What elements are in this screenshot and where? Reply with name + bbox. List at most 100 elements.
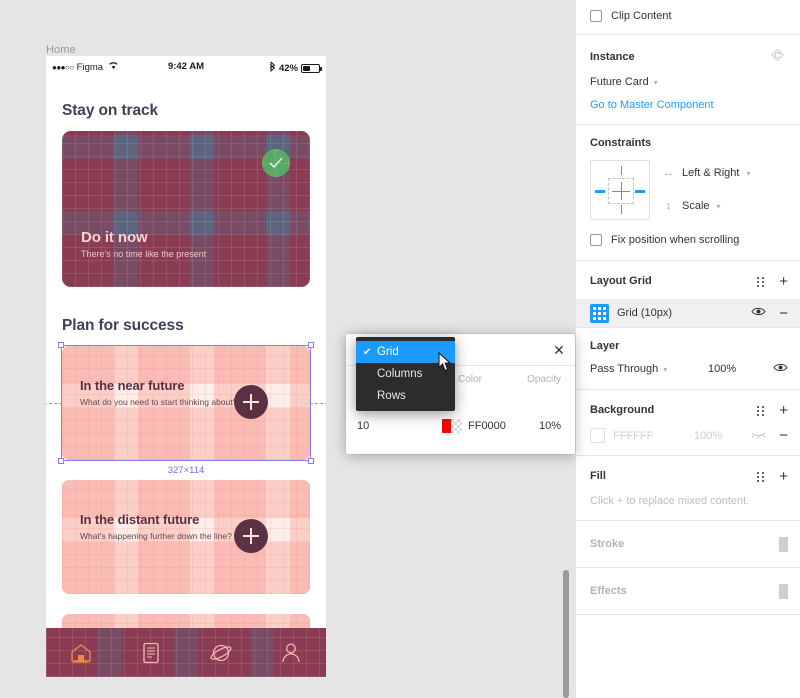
constraints-title: Constraints	[590, 137, 652, 149]
add-fill-button[interactable]: +	[779, 469, 788, 484]
constraint-top-inactive[interactable]	[620, 166, 622, 175]
tab-list	[46, 628, 326, 677]
background-title: Background	[590, 404, 655, 416]
menu-item-label: Columns	[377, 368, 423, 380]
remove-layout-grid-button[interactable]: −	[779, 306, 788, 321]
grid-count-input[interactable]: 10	[357, 420, 369, 432]
planet-icon	[210, 644, 232, 661]
horizontal-resize-icon: ↔	[663, 167, 674, 179]
layout-grid-header-row: Layout Grid +	[576, 273, 800, 289]
constraints-section: Constraints ↔ Left & Right ▾ ↕ Scale ▾ F…	[576, 125, 800, 261]
grid-color-hex-input[interactable]: FF0000	[468, 420, 506, 432]
tab-profile[interactable]	[256, 628, 326, 677]
check-icon: ✔	[363, 346, 372, 358]
grid-settings-icon[interactable]	[757, 471, 766, 482]
menu-item-rows[interactable]: Rows	[356, 385, 455, 407]
effects-title: Effects	[590, 585, 627, 597]
add-background-button[interactable]: +	[779, 403, 788, 418]
scrollbar-thumb[interactable]	[563, 570, 569, 698]
grid-settings-icon[interactable]	[757, 276, 766, 287]
future-card-distant[interactable]: In the distant future What's happening f…	[62, 480, 310, 594]
phone-frame[interactable]: ●●●○○ Figma 9:42 AM 42% Stay on track Do…	[46, 56, 326, 677]
phone-status-bar: ●●●○○ Figma 9:42 AM 42%	[46, 56, 326, 77]
background-opacity-input[interactable]: 100%	[694, 430, 722, 442]
color-swatch[interactable]	[442, 419, 462, 433]
hero-card-subtext: There's no time like the present	[81, 249, 207, 259]
grid-swatch-icon[interactable]	[590, 303, 609, 323]
constraints-body: ↔ Left & Right ▾ ↕ Scale ▾	[590, 160, 786, 220]
background-left: FFFFFF	[590, 428, 653, 443]
grid-type-dropdown-menu[interactable]: ✔ Grid Columns Rows	[356, 337, 455, 411]
future-card-subtext: What do you need to start thinking about…	[80, 397, 238, 407]
tab-list[interactable]	[116, 628, 186, 677]
constraint-right-active[interactable]	[635, 190, 645, 193]
hero-card-do-it-now[interactable]: Do it now There's no time like the prese…	[62, 131, 310, 287]
go-to-master-component-link[interactable]: Go to Master Component	[590, 99, 786, 111]
grid-settings-icon[interactable]	[757, 405, 766, 416]
constraint-horizontal-value: Left & Right	[682, 167, 740, 179]
hero-card-heading: Do it now	[81, 229, 148, 246]
blend-mode-select[interactable]: Pass Through ▾	[590, 363, 667, 375]
grid-opacity-input[interactable]: 10%	[539, 420, 561, 432]
constraint-bottom-inactive[interactable]	[620, 205, 622, 214]
clip-content-row[interactable]: Clip Content	[590, 10, 786, 22]
home-icon	[71, 643, 91, 663]
fix-position-row[interactable]: Fix position when scrolling	[590, 234, 786, 246]
background-hex-input[interactable]: FFFFFF	[613, 430, 653, 442]
layer-opacity-input[interactable]: 100%	[708, 363, 736, 375]
add-stroke-button[interactable]: +	[779, 536, 788, 552]
constraints-pad[interactable]	[590, 160, 650, 220]
eye-visible-icon[interactable]	[751, 306, 766, 320]
color-swatch[interactable]	[590, 428, 605, 443]
eye-visible-icon[interactable]	[773, 362, 788, 376]
bottom-tab-bar	[46, 628, 326, 677]
column-header-color: Color	[458, 374, 482, 385]
properties-panel: Clip Content Instance Future Card ▾ Go t…	[575, 0, 800, 698]
eye-hidden-icon[interactable]	[751, 429, 766, 443]
background-value-row: FFFFFF 100% −	[590, 428, 788, 443]
constraint-horizontal-row[interactable]: ↔ Left & Right ▾	[662, 164, 786, 182]
section-title-plan-for-success: Plan for success	[62, 317, 184, 334]
future-card-text: In the distant future What's happening f…	[80, 512, 232, 542]
tab-planet[interactable]	[186, 628, 256, 677]
frame-name-label[interactable]: Home	[46, 44, 76, 56]
constraints-fields: ↔ Left & Right ▾ ↕ Scale ▾	[662, 160, 786, 215]
clip-content-checkbox[interactable]	[590, 10, 602, 22]
menu-item-columns[interactable]: Columns	[356, 363, 455, 385]
check-circle-icon[interactable]	[262, 149, 290, 177]
tab-home[interactable]	[46, 628, 116, 677]
add-effect-button[interactable]: +	[779, 583, 788, 599]
detach-instance-icon[interactable]	[770, 47, 786, 66]
constraint-vertical-row[interactable]: ↕ Scale ▾	[662, 197, 786, 215]
layout-grid-item-label[interactable]: Grid (10px)	[617, 307, 672, 319]
instance-name-row[interactable]: Future Card ▾	[590, 76, 786, 88]
battery-percent-label: 42%	[278, 62, 298, 74]
instance-component-name: Future Card	[590, 76, 649, 88]
remove-background-button[interactable]: −	[779, 428, 788, 443]
layout-grid-item-row[interactable]: Grid (10px) −	[576, 299, 800, 327]
instance-section: Instance Future Card ▾ Go to Master Comp…	[576, 35, 800, 125]
chevron-down-icon: ▾	[653, 77, 658, 87]
plus-icon[interactable]	[234, 519, 268, 553]
future-card-near[interactable]: In the near future What do you need to s…	[62, 346, 310, 460]
future-card-subtext: What's happening further down the line?	[80, 531, 232, 541]
menu-item-label: Grid	[377, 346, 399, 358]
fill-section: Fill + Click + to replace mixed content.	[576, 456, 800, 521]
fill-title: Fill	[590, 470, 606, 482]
grid-settings-row: 10 FF0000 10%	[346, 418, 575, 440]
menu-item-grid[interactable]: ✔ Grid	[356, 341, 455, 363]
canvas-vertical-scrollbar[interactable]	[563, 570, 569, 698]
list-icon	[143, 642, 159, 663]
stroke-header-row: Stroke +	[590, 521, 788, 567]
effects-section: Effects +	[576, 568, 800, 615]
layout-grid-header-icons: +	[757, 274, 788, 289]
close-icon[interactable]: ✕	[550, 341, 568, 359]
fix-position-checkbox[interactable]	[590, 234, 602, 246]
selection-dimensions-label: 327×114	[167, 465, 205, 476]
layer-title: Layer	[590, 340, 620, 352]
constraint-left-active[interactable]	[595, 190, 605, 193]
grid-overlay	[262, 149, 290, 177]
status-bar-right: 42%	[269, 61, 322, 75]
add-layout-grid-button[interactable]: +	[779, 274, 788, 289]
plus-icon[interactable]	[234, 385, 268, 419]
